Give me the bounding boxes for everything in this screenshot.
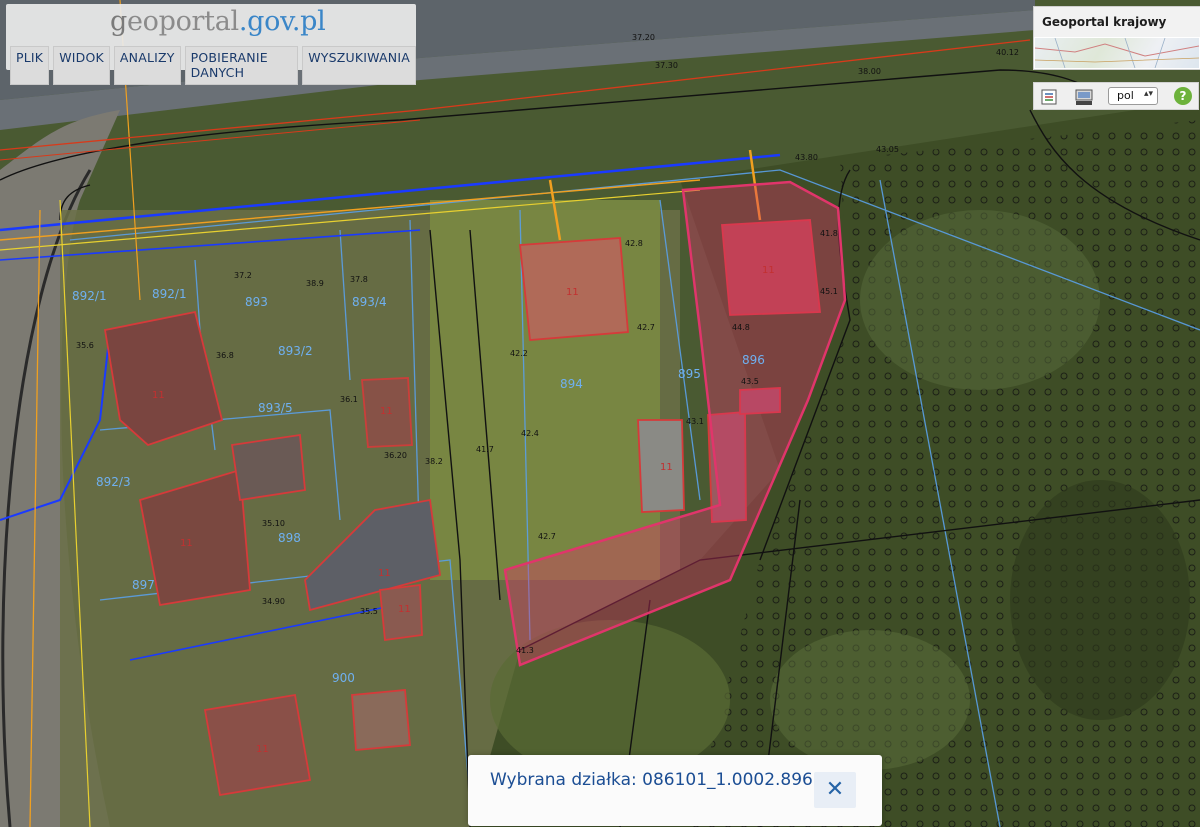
selected-parcel-label: Wybrana działka: 086101_1.0002.896 xyxy=(490,770,813,790)
building-label: 11 xyxy=(256,744,269,755)
overview-title: Geoportal krajowy xyxy=(1034,7,1200,37)
height-label: 45.1 xyxy=(820,287,838,296)
menu-widok[interactable]: WIDOK xyxy=(53,46,110,85)
map-svg[interactable]: 892/1 892/1 893 893/4 893/5 894 895 896 … xyxy=(0,0,1200,827)
parcel-label: 896 xyxy=(742,353,765,367)
height-label: 37.2 xyxy=(234,271,252,280)
height-label: 44.8 xyxy=(732,323,750,332)
map-toolbar: pol ▴▾ ? xyxy=(1033,82,1199,110)
height-label: 42.2 xyxy=(510,349,528,358)
menu-pobieranie-danych[interactable]: POBIERANIE DANYCH xyxy=(184,46,299,85)
geoportal-logo[interactable]: geoportal.gov.pl xyxy=(110,6,326,37)
height-label: 42.7 xyxy=(637,323,655,332)
overview-map-thumbnail[interactable] xyxy=(1035,38,1199,68)
height-label: 37.8 xyxy=(350,275,368,284)
parcel-label: 894 xyxy=(560,377,583,391)
height-label: 35.10 xyxy=(262,519,285,528)
building-label: 11 xyxy=(398,604,411,615)
parcel-label: 892/1 xyxy=(152,287,187,301)
height-label: 36.1 xyxy=(340,395,358,404)
parcel-label: 897 xyxy=(132,578,155,592)
parcel-label: 892/3 xyxy=(96,475,131,489)
height-label: 42.7 xyxy=(538,532,556,541)
map-canvas[interactable]: 892/1 892/1 893 893/4 893/5 894 895 896 … xyxy=(0,0,1200,827)
building-label: 11 xyxy=(378,568,391,579)
parcel-label: 892/1 xyxy=(72,289,107,303)
height-label: 41.3 xyxy=(516,646,534,655)
legend-icon[interactable] xyxy=(1040,88,1058,106)
parcel-label: 895 xyxy=(678,367,701,381)
parcel-label: 900 xyxy=(332,671,355,685)
height-label: 36.8 xyxy=(216,351,234,360)
height-label: 35.5 xyxy=(360,607,378,616)
menu-wyszukiwania[interactable]: WYSZUKIWANIA xyxy=(302,46,416,85)
building-label: 11 xyxy=(566,287,579,298)
menu-plik[interactable]: PLIK xyxy=(10,46,50,85)
height-label: 37.30 xyxy=(655,61,678,70)
wms-layers-icon[interactable] xyxy=(1074,88,1093,106)
building-label: 11 xyxy=(180,538,193,549)
overview-map-panel[interactable]: Geoportal krajowy xyxy=(1033,6,1200,70)
language-select[interactable]: pol ▴▾ xyxy=(1108,87,1158,105)
height-label: 41.8 xyxy=(820,229,838,238)
parcel-label: 893/5 xyxy=(258,401,293,415)
height-label: 42.8 xyxy=(625,239,643,248)
height-label: 38.2 xyxy=(425,457,443,466)
menu-analizy[interactable]: ANALIZY xyxy=(113,46,181,85)
parcel-label: 893/2 xyxy=(278,344,313,358)
height-label: 34.90 xyxy=(262,597,285,606)
parcel-label: 893/4 xyxy=(352,295,387,309)
building-label: 11 xyxy=(380,406,393,417)
height-label: 43.1 xyxy=(686,417,704,426)
parcel-label: 893 xyxy=(245,295,268,309)
app-header: geoportal.gov.pl PLIK WIDOK ANALIZY POBI… xyxy=(6,4,416,85)
chevron-updown-icon: ▴▾ xyxy=(1143,89,1153,99)
height-label: 43.05 xyxy=(876,145,899,154)
selected-parcel-panel: Wybrana działka: 086101_1.0002.896 ✕ xyxy=(468,755,882,826)
close-button[interactable]: ✕ xyxy=(814,772,856,808)
height-label: 36.20 xyxy=(384,451,407,460)
height-label: 37.20 xyxy=(632,33,655,42)
height-label: 38.00 xyxy=(858,67,881,76)
building-label: 11 xyxy=(660,462,673,473)
building-label: 11 xyxy=(762,265,775,276)
height-label: 43.80 xyxy=(795,153,818,162)
height-label: 40.12 xyxy=(996,48,1019,57)
height-label: 41.7 xyxy=(476,445,494,454)
help-icon[interactable]: ? xyxy=(1174,87,1192,105)
height-label: 35.6 xyxy=(76,341,94,350)
main-menu: PLIK WIDOK ANALIZY POBIERANIE DANYCH WYS… xyxy=(10,46,416,85)
height-label: 43.5 xyxy=(741,377,759,386)
building-label: 11 xyxy=(152,390,165,401)
height-label: 42.4 xyxy=(521,429,539,438)
parcel-label: 898 xyxy=(278,531,301,545)
height-label: 38.9 xyxy=(306,279,324,288)
